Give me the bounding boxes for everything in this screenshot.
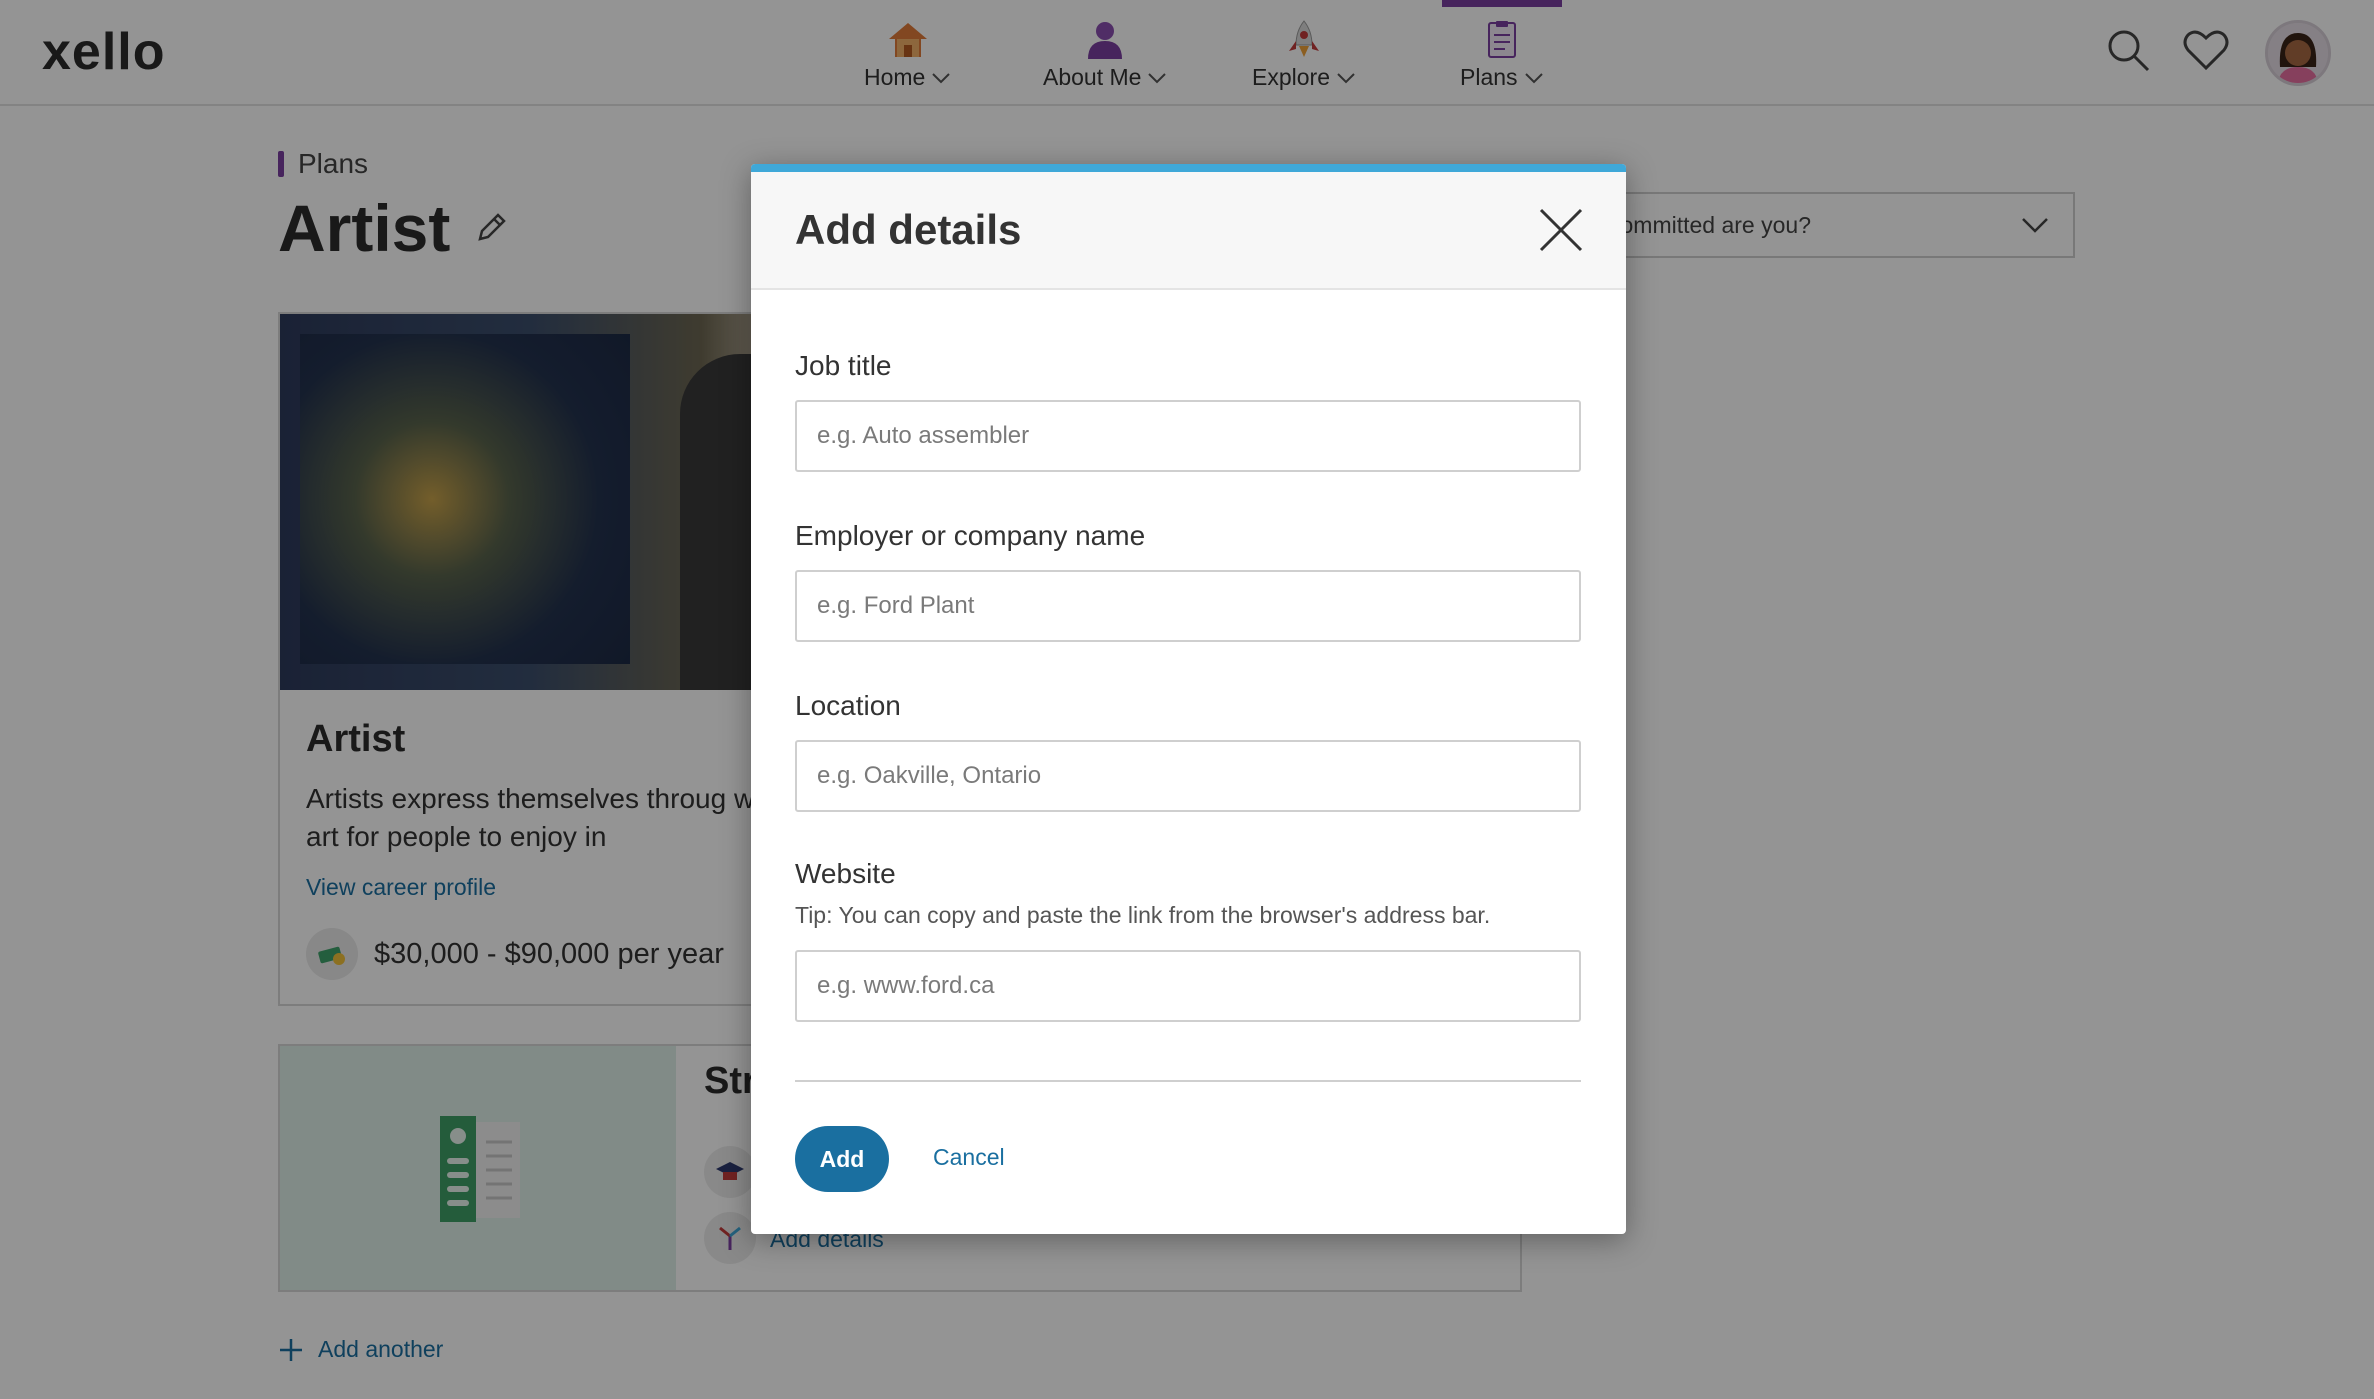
close-icon[interactable] [1533,202,1589,258]
add-details-modal: Add details Job title Employer or compan… [751,164,1626,1234]
website-tip: Tip: You can copy and paste the link fro… [795,902,1491,928]
modal-accent-bar [751,164,1626,172]
cancel-button[interactable]: Cancel [933,1144,1005,1171]
location-label: Location [795,690,901,721]
location-input[interactable] [795,740,1581,812]
job-title-label: Job title [795,350,892,381]
employer-input[interactable] [795,570,1581,642]
website-label: Website [795,858,896,889]
modal-divider [795,1080,1581,1082]
website-input[interactable] [795,950,1581,1022]
employer-label: Employer or company name [795,520,1146,551]
modal-header: Add details [751,172,1626,290]
modal-title: Add details [795,206,1022,253]
job-title-input[interactable] [795,400,1581,472]
add-button[interactable]: Add [795,1126,889,1192]
